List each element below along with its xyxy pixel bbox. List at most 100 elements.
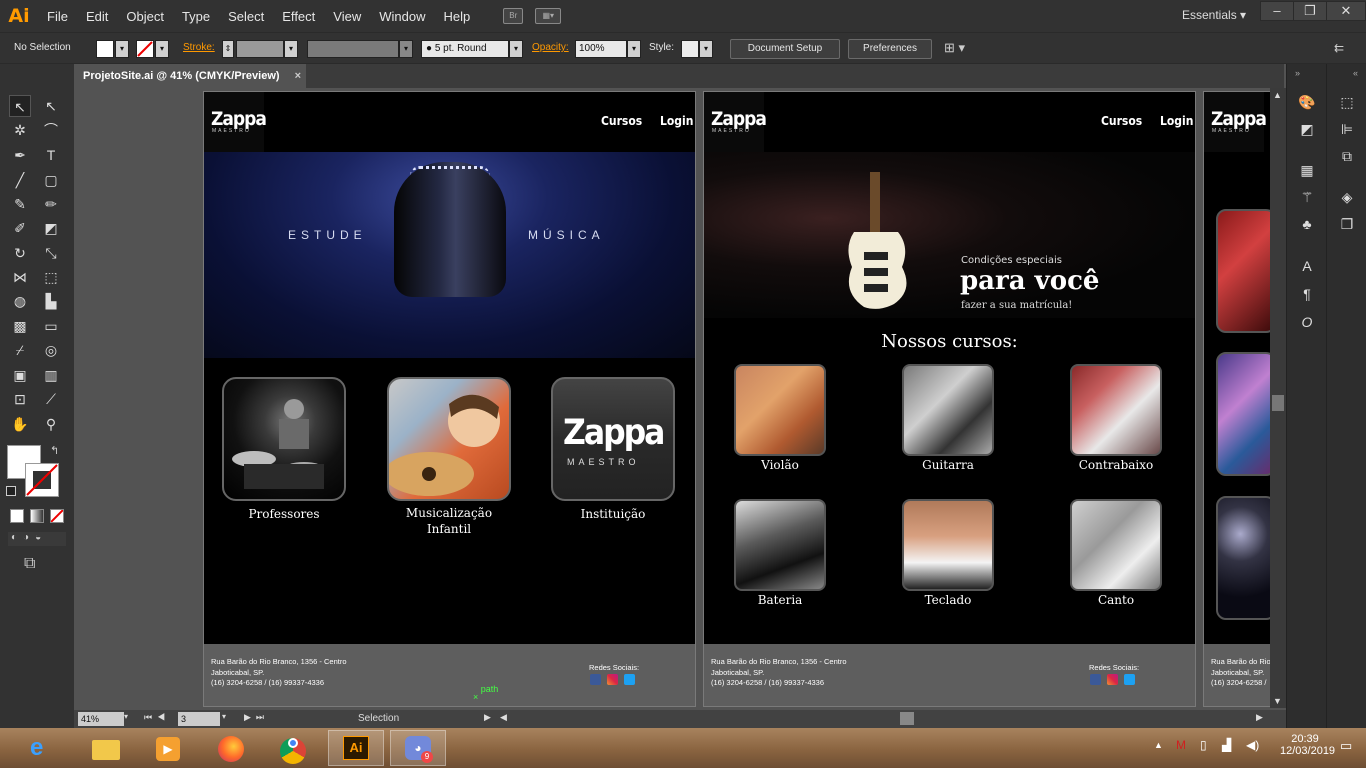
collapse-panels-icon[interactable]: » [1295,68,1300,78]
menu-effect[interactable]: Effect [273,9,324,24]
arrange-icon[interactable]: ⊞ ▾ [944,40,965,56]
scroll-up-arrow-icon[interactable]: ▲ [1273,90,1282,100]
nav-login[interactable]: Login [660,114,693,128]
menu-file[interactable]: File [38,9,77,24]
opacity-label[interactable]: Opacity: [532,42,569,53]
instagram-icon[interactable] [607,674,618,685]
panel-options-icon[interactable]: « [1353,68,1358,78]
tray-volume-icon[interactable]: ◀) [1246,738,1259,752]
card-professores[interactable] [222,377,346,501]
line-tool-icon[interactable]: ╱ [9,169,31,191]
card-instituicao[interactable]: Zappa MAESTRO [551,377,675,501]
screen-mode-icon[interactable]: ⧉ [24,555,35,573]
facebook-icon[interactable] [1090,674,1101,685]
stroke-color-swatch[interactable] [25,463,59,497]
rotate-tool-icon[interactable]: ↻ [9,242,31,264]
gradient-mode-icon[interactable] [30,509,44,523]
eraser-tool-icon[interactable]: ◩ [40,217,62,239]
nav-courses[interactable]: Cursos [1101,114,1142,128]
menu-edit[interactable]: Edit [77,9,117,24]
paintbrush-tool-icon[interactable]: ✎ [9,193,31,215]
site-logo[interactable]: Zappa MAESTRO [704,92,767,152]
close-tab-icon[interactable]: × [295,70,301,82]
lasso-tool-icon[interactable]: ⌒ [40,119,62,141]
notifications-icon[interactable]: ▭ [1340,738,1352,754]
vertical-scrollbar[interactable]: ▲ ▼ [1270,88,1286,708]
band-photo-2[interactable] [1216,352,1270,476]
document-setup-button[interactable]: Document Setup [730,39,840,59]
discord-icon[interactable]: ◕ 9 [390,730,446,766]
scroll-right-arrow-icon[interactable]: ▶ [1256,712,1263,723]
card-musicalizacao[interactable] [387,377,511,501]
first-prev-artboard-icon[interactable]: ⏮◀ [144,712,170,723]
color-guide-icon[interactable]: ◩ [1297,119,1317,139]
canvas[interactable]: Zappa MAESTRO Cursos Login ESTUDE MÚSICA… [74,88,1270,708]
nav-courses[interactable]: Cursos [601,114,642,128]
edge-icon[interactable]: e [18,730,74,766]
document-tab[interactable]: ProjetoSite.ai @ 41% (CMYK/Preview) × [74,64,306,88]
zoom-field[interactable]: 41% [78,712,124,726]
blend-tool-icon[interactable]: ◎ [40,339,62,361]
twitter-icon[interactable] [1124,674,1135,685]
artboard-2[interactable]: Zappa MAESTRO Cursos Login Condições esp… [703,91,1196,707]
color-panel-icon[interactable]: 🎨 [1297,92,1317,112]
slice-tool-icon[interactable]: ⟋ [40,388,62,410]
blob-brush-tool-icon[interactable]: ✐ [9,217,31,239]
tray-network-icon[interactable]: ▟ [1222,738,1231,752]
zoom-dropdown-icon[interactable]: ▾ [124,712,128,721]
arrange-documents-icon[interactable]: ▦▾ [535,8,562,24]
clock[interactable]: 20:39 12/03/2019 [1280,733,1335,757]
perspective-grid-tool-icon[interactable]: ▙ [40,290,62,312]
bridge-button[interactable]: Br [503,8,524,24]
default-colors-icon[interactable] [6,486,16,496]
close-window-button[interactable]: ✕ [1326,1,1366,21]
align-panel-icon[interactable]: ⊫ [1337,119,1357,139]
media-player-icon[interactable]: ▶ [140,730,196,766]
scale-tool-icon[interactable]: ⤡ [40,242,62,264]
restore-button[interactable]: ❐ [1293,1,1327,21]
pathfinder-panel-icon[interactable]: ⧉ [1337,146,1357,166]
stroke-swatch[interactable] [136,40,154,58]
fill-dropdown-icon[interactable]: ▾ [115,40,129,58]
tray-expand-icon[interactable]: ▲ [1154,740,1163,750]
minimize-button[interactable]: – [1260,1,1294,21]
eyedropper-tool-icon[interactable]: ⌿ [9,339,31,361]
horizontal-scroll-thumb[interactable] [900,712,914,725]
site-logo[interactable]: Zappa MAESTRO [204,92,267,152]
free-transform-tool-icon[interactable]: ⬚ [40,266,62,288]
stroke-weight-dropdown-icon[interactable]: ▾ [284,40,298,58]
fill-swatch[interactable] [96,40,114,58]
menu-view[interactable]: View [324,9,370,24]
width-tool-icon[interactable]: ⋈ [9,266,31,288]
course-card-violao[interactable] [734,364,826,456]
workspace-switcher[interactable]: Essentials ▾ [1182,8,1246,22]
style-swatch[interactable] [681,40,699,58]
next-last-artboard-icon[interactable]: ▶⏭ [244,712,269,723]
brush-field[interactable]: ● 5 pt. Round [421,40,509,58]
stroke-dropdown-icon[interactable]: ▾ [155,40,169,58]
preferences-button[interactable]: Preferences [848,39,932,59]
stroke-label[interactable]: Stroke: [183,42,215,53]
menu-help[interactable]: Help [434,9,479,24]
drawing-modes-icon[interactable]: ◐◑◒ [8,532,66,546]
none-mode-icon[interactable] [50,509,64,523]
style-dropdown-icon[interactable]: ▾ [699,40,713,58]
paragraph-panel-icon[interactable]: ¶ [1297,284,1317,304]
course-card-canto[interactable] [1070,499,1162,591]
menu-window[interactable]: Window [370,9,434,24]
swap-colors-icon[interactable]: ↰ [50,444,59,457]
brush-dropdown-icon[interactable]: ▾ [509,40,523,58]
magic-wand-tool-icon[interactable]: ✲ [9,119,31,141]
artboard-number-field[interactable]: 3 [178,712,220,726]
symbol-sprayer-tool-icon[interactable]: ▣ [9,364,31,386]
direct-selection-tool-icon[interactable]: ↖ [40,95,62,117]
instagram-icon[interactable] [1107,674,1118,685]
tray-battery-icon[interactable]: ▯ [1200,738,1207,752]
brushes-panel-icon[interactable]: ⚚ [1297,187,1317,207]
course-card-teclado[interactable] [902,499,994,591]
pen-tool-icon[interactable]: ✒ [9,144,31,166]
chrome-icon[interactable] [266,730,322,766]
hand-tool-icon[interactable]: ✋ [9,413,31,435]
menu-select[interactable]: Select [219,9,273,24]
twitter-icon[interactable] [624,674,635,685]
